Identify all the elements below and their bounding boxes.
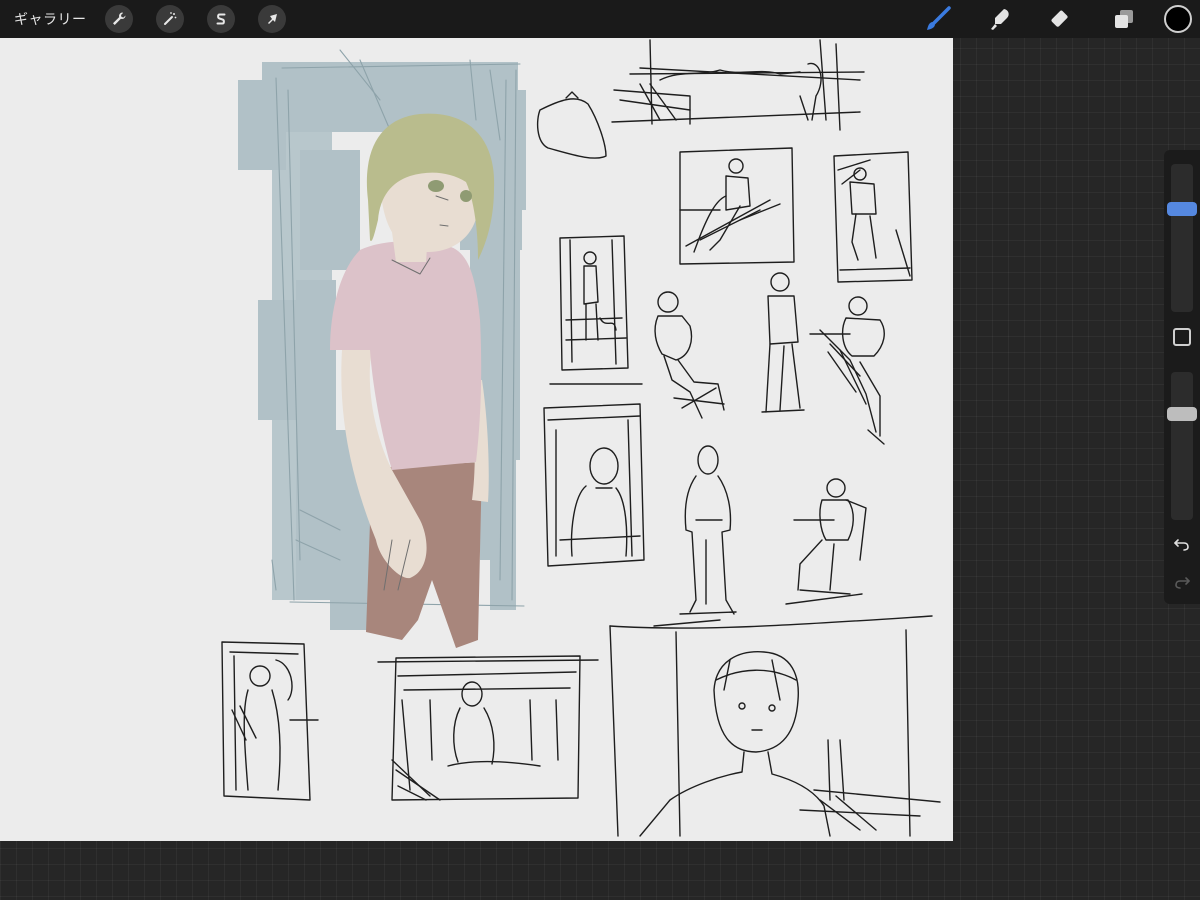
actions-button[interactable] bbox=[104, 5, 133, 33]
modify-button[interactable] bbox=[1173, 328, 1191, 346]
sketch-figure-stand bbox=[761, 272, 805, 413]
brush-icon bbox=[927, 6, 951, 30]
adjustments-button[interactable] bbox=[155, 5, 184, 33]
magic-wand-icon bbox=[163, 12, 176, 25]
transform-button[interactable] bbox=[257, 5, 286, 33]
redo-icon bbox=[1175, 577, 1190, 589]
eraser-button[interactable] bbox=[1042, 0, 1082, 38]
drawing-canvas[interactable] bbox=[0, 38, 953, 841]
brush-button[interactable] bbox=[918, 0, 958, 38]
smudge-icon bbox=[991, 9, 1009, 30]
opacity-slider[interactable] bbox=[1167, 372, 1197, 520]
sketch-figure-sit bbox=[654, 291, 725, 419]
sketch-figure-chair bbox=[809, 296, 885, 445]
selection-s-icon bbox=[216, 13, 225, 25]
layers-icon bbox=[1115, 10, 1133, 28]
undo-button[interactable] bbox=[1172, 534, 1192, 554]
sketch-panel-portrait bbox=[609, 615, 941, 837]
scribble-shape bbox=[536, 98, 607, 159]
sketch-panel-top bbox=[611, 39, 865, 131]
eraser-icon bbox=[1051, 10, 1068, 27]
sketch-panel-bottom-center bbox=[377, 655, 599, 801]
redo-button[interactable] bbox=[1172, 572, 1192, 592]
brush-size-slider[interactable] bbox=[1167, 164, 1197, 312]
smudge-button[interactable] bbox=[980, 0, 1020, 38]
sketch-figure-walk bbox=[653, 445, 737, 627]
opacity-thumb[interactable] bbox=[1167, 407, 1197, 421]
wrench-icon bbox=[112, 12, 125, 25]
top-toolbar: ギャラリー bbox=[0, 0, 1200, 38]
gallery-button[interactable]: ギャラリー bbox=[14, 9, 87, 29]
undo-icon bbox=[1174, 539, 1189, 551]
right-tools bbox=[896, 0, 1200, 38]
sketch-figure-seated bbox=[785, 478, 867, 605]
sketch-panel-right bbox=[833, 151, 913, 283]
arrow-cursor-icon bbox=[267, 14, 277, 24]
sketch-drawing bbox=[221, 39, 941, 837]
sketch-panel-bottom-left bbox=[221, 641, 319, 801]
layers-button[interactable] bbox=[1104, 0, 1144, 38]
sketch-panel-doorway bbox=[559, 235, 629, 371]
sidebar bbox=[1164, 150, 1200, 604]
sketch-panel-sitting bbox=[679, 147, 795, 265]
selection-button[interactable] bbox=[206, 5, 235, 33]
color-swatch[interactable] bbox=[1164, 5, 1192, 33]
sketch-panel-framed bbox=[543, 383, 645, 567]
brush-size-thumb[interactable] bbox=[1167, 202, 1197, 216]
